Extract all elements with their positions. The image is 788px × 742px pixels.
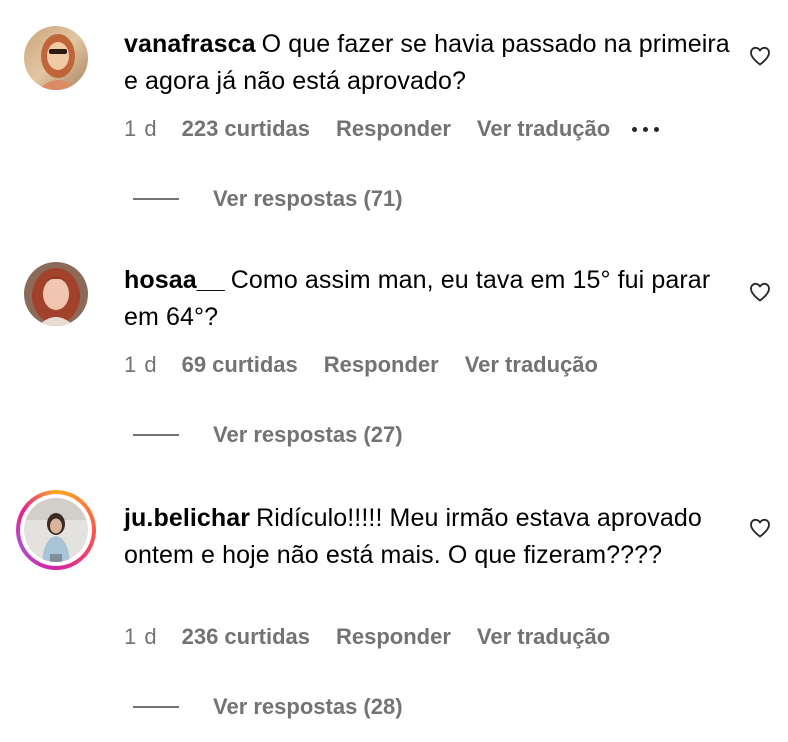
more-horizontal-icon[interactable] [632,126,660,132]
comment-timestamp: 1 d [124,116,158,141]
comment-body: hosaa__ Como assim man, eu tava em 15° fu… [124,262,730,336]
comment-body: vanafrasca O que fazer se havia passado n… [124,26,730,100]
comment-actions: 1 d 223 curtidas Responder Ver tradução [124,116,685,142]
heart-outline-icon[interactable] [748,516,772,540]
comment-username[interactable]: vanafrasca [124,30,256,58]
heart-outline-icon[interactable] [748,280,772,304]
comment-timestamp: 1 d [124,624,158,649]
translate-button[interactable]: Ver tradução [477,624,610,650]
likes-count[interactable]: 236 curtidas [182,624,310,650]
comment-body: ju.belichar Ridículo!!!!! Meu irmão estav… [124,500,730,574]
divider-line [133,434,179,436]
avatar[interactable] [24,498,88,562]
story-ring[interactable] [16,490,96,570]
heart-outline-icon[interactable] [748,44,772,68]
likes-count[interactable]: 69 curtidas [182,352,298,378]
avatar[interactable] [24,26,88,90]
view-replies-label: Ver respostas (27) [213,422,403,447]
divider-line [133,198,179,200]
reply-button[interactable]: Responder [324,352,439,378]
comment-actions: 1 d 236 curtidas Responder Ver tradução [124,624,636,650]
comment-username[interactable]: ju.belichar [124,504,250,532]
view-replies-button[interactable]: Ver respostas (71) [133,186,403,212]
divider-line [133,706,179,708]
likes-count[interactable]: 223 curtidas [182,116,310,142]
comment-timestamp: 1 d [124,352,158,377]
avatar[interactable] [24,262,88,326]
view-replies-button[interactable]: Ver respostas (27) [133,422,403,448]
view-replies-label: Ver respostas (71) [213,186,403,211]
view-replies-button[interactable]: Ver respostas (28) [133,694,403,720]
reply-button[interactable]: Responder [336,624,451,650]
comment-username[interactable]: hosaa__ [124,266,225,294]
reply-button[interactable]: Responder [336,116,451,142]
translate-button[interactable]: Ver tradução [477,116,610,142]
translate-button[interactable]: Ver tradução [465,352,598,378]
view-replies-label: Ver respostas (28) [213,694,403,719]
comment-actions: 1 d 69 curtidas Responder Ver tradução [124,352,624,378]
